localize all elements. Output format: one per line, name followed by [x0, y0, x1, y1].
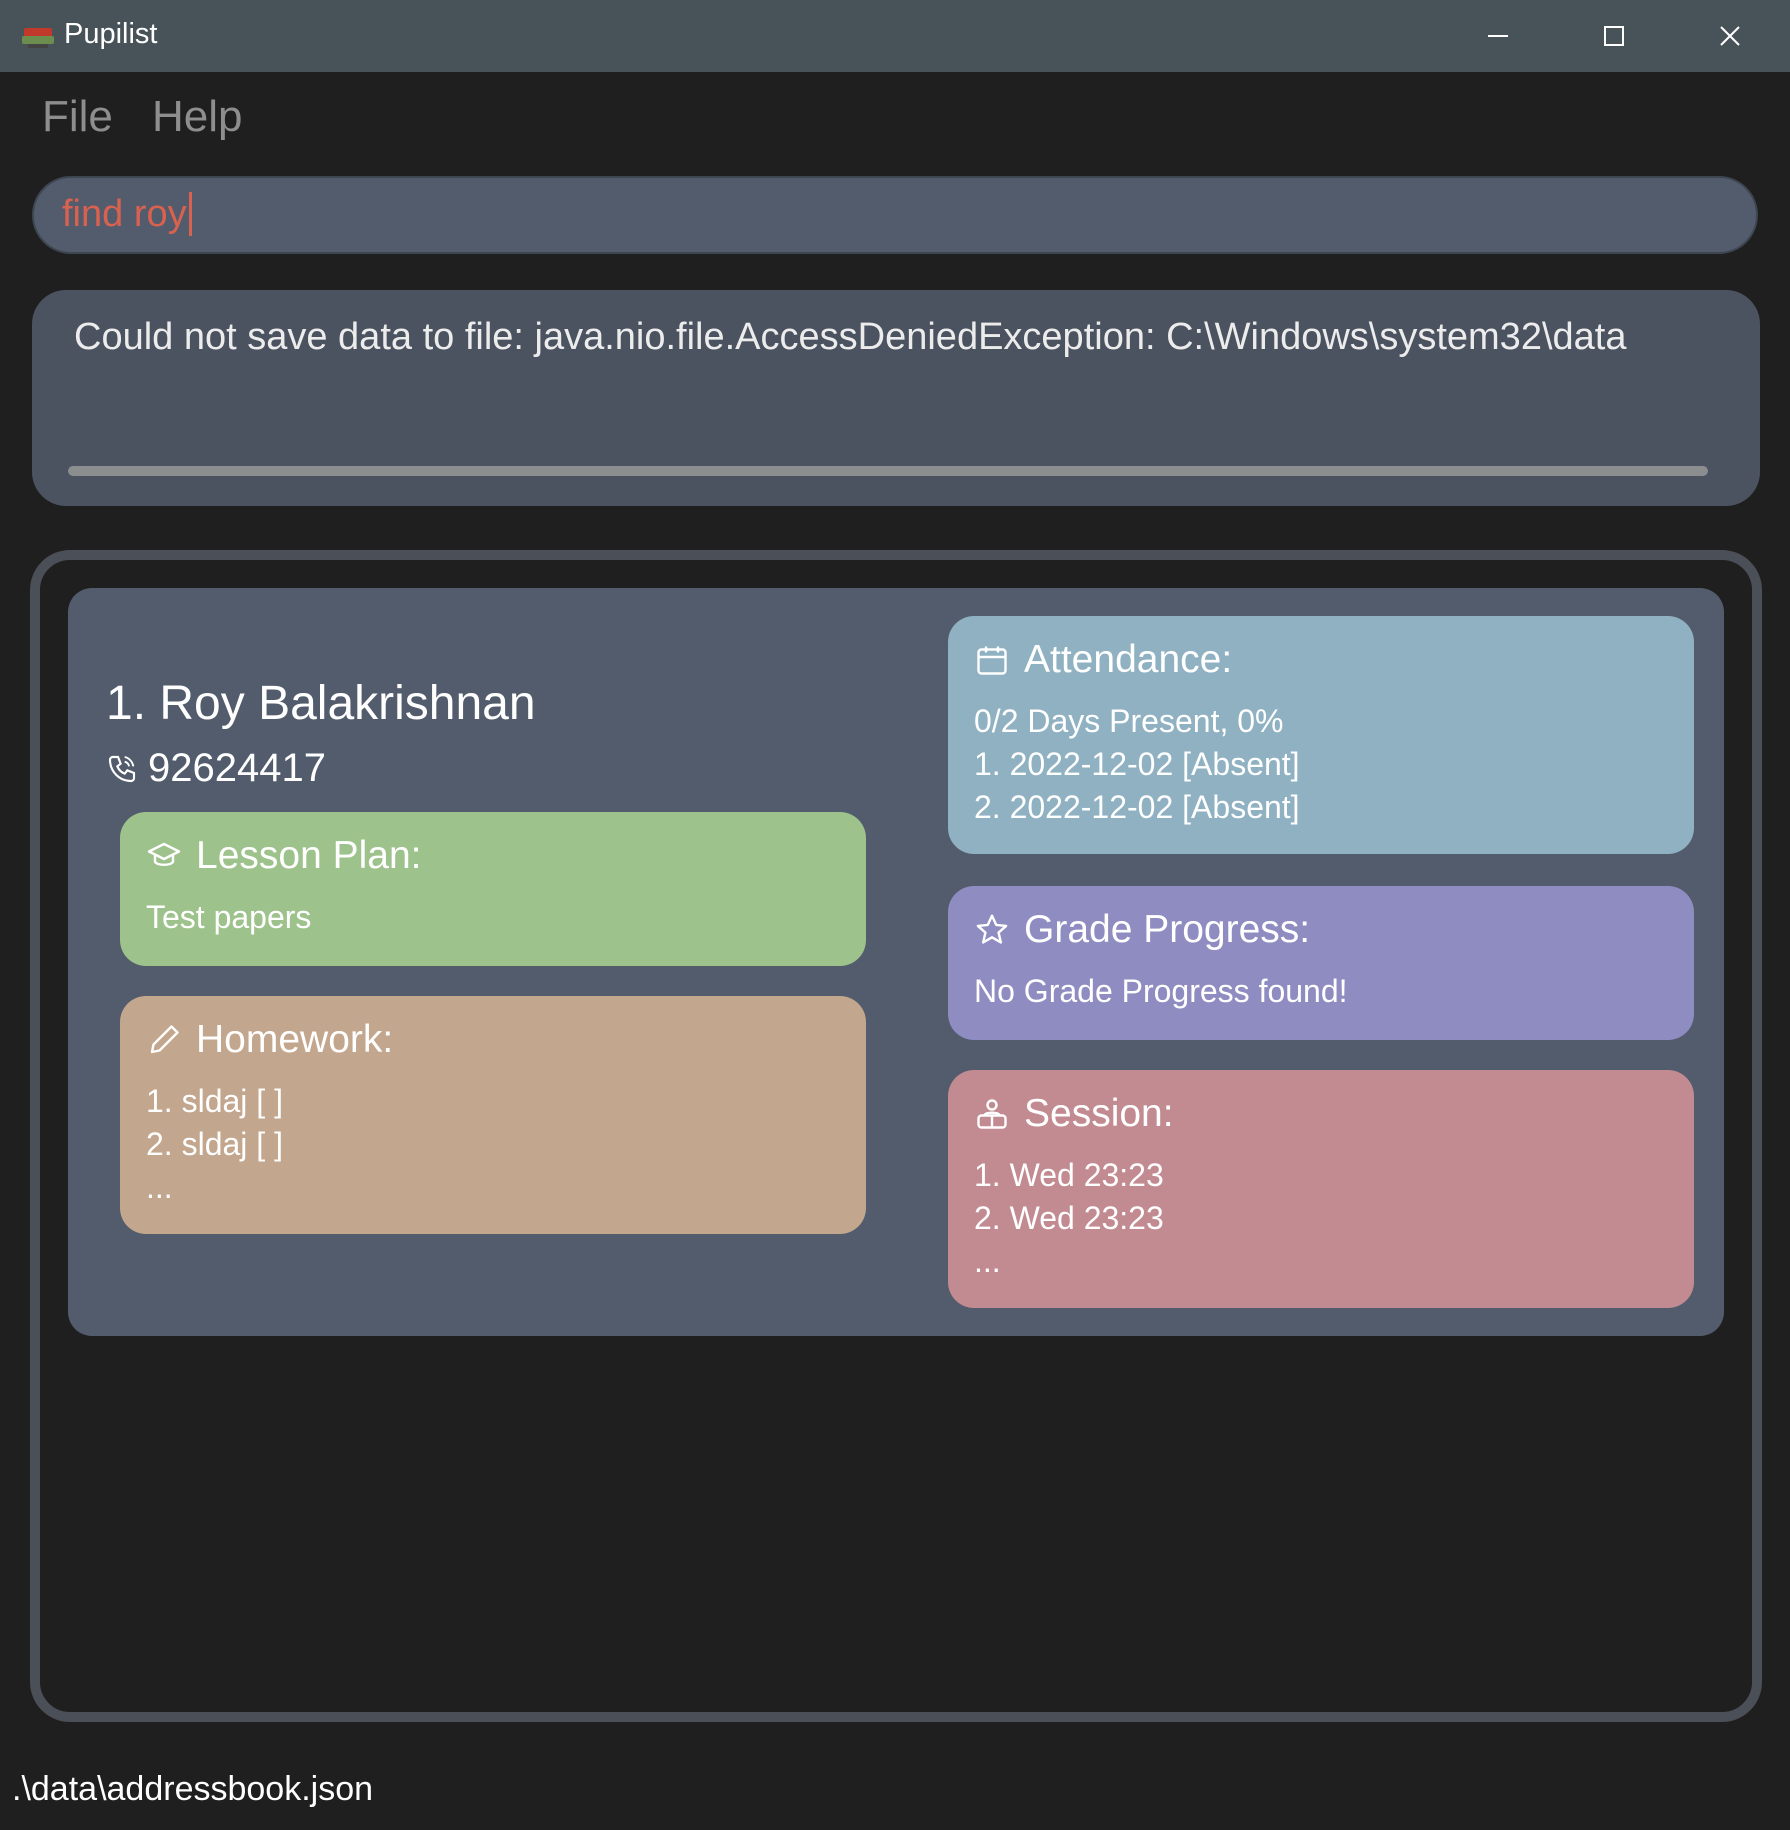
window-title: Pupilist — [64, 18, 158, 50]
homework-title-row: Homework: — [146, 1018, 393, 1062]
homework-line: ... — [146, 1169, 173, 1205]
grade-progress-line: No Grade Progress found! — [974, 973, 1348, 1009]
session-title: Session: — [1024, 1092, 1174, 1135]
lesson-plan-line: Test papers — [146, 899, 312, 935]
grade-progress-title: Grade Progress: — [1024, 908, 1311, 951]
calendar-icon — [977, 646, 1007, 675]
person-name: 1. Roy Balakrishnan — [106, 677, 536, 730]
attendance-line: 1. 2022-12-02 [Absent] — [974, 746, 1300, 782]
person-card[interactable]: 1. Roy Balakrishnan 92624417 Lesson Plan… — [68, 588, 1724, 1336]
session-card: Session: 1. Wed 23:23 2. Wed 23:23 ... — [948, 1070, 1694, 1308]
attendance-title-row: Attendance: — [974, 638, 1232, 682]
menu-file[interactable]: File — [42, 92, 113, 142]
result-display: Could not save data to file: java.nio.fi… — [32, 290, 1760, 506]
lesson-plan-lines: Test papers — [146, 896, 311, 939]
person-phone-row: 92624417 — [106, 746, 326, 791]
minimize-icon — [1488, 35, 1508, 37]
close-icon — [1720, 26, 1740, 46]
menu-bar: File Help — [0, 72, 1790, 162]
lesson-plan-title: Lesson Plan: — [196, 834, 422, 877]
app-logo-icon — [20, 22, 56, 50]
star-icon — [976, 914, 1008, 944]
graduation-cap-icon — [147, 842, 181, 867]
status-bar-path: .\data\addressbook.json — [12, 1770, 374, 1808]
maximize-icon — [1604, 26, 1624, 46]
session-line: 1. Wed 23:23 — [974, 1157, 1164, 1193]
homework-title: Homework: — [196, 1018, 394, 1061]
attendance-lines: 0/2 Days Present, 0% 1. 2022-12-02 [Abse… — [974, 700, 1300, 829]
attendance-summary: 0/2 Days Present, 0% — [974, 703, 1284, 739]
grade-progress-title-row: Grade Progress: — [974, 908, 1310, 952]
maximize-button[interactable] — [1556, 0, 1672, 72]
result-message: Could not save data to file: java.nio.fi… — [74, 316, 1627, 358]
homework-line: 1. sldaj [ ] — [146, 1083, 283, 1119]
horizontal-scrollbar[interactable] — [68, 466, 1708, 476]
homework-lines: 1. sldaj [ ] 2. sldaj [ ] ... — [146, 1080, 283, 1209]
pencil-icon — [150, 1025, 179, 1054]
person-at-desk-icon — [977, 1099, 1007, 1129]
grade-progress-lines: No Grade Progress found! — [974, 970, 1348, 1013]
session-title-row: Session: — [974, 1092, 1174, 1136]
phone-icon — [108, 755, 136, 782]
session-line: 2. Wed 23:23 — [974, 1200, 1164, 1236]
attendance-line: 2. 2022-12-02 [Absent] — [974, 789, 1300, 825]
person-phone: 92624417 — [148, 746, 326, 790]
attendance-card: Attendance: 0/2 Days Present, 0% 1. 2022… — [948, 616, 1694, 854]
command-input-text: find roy — [62, 192, 192, 236]
menu-help[interactable]: Help — [152, 92, 243, 142]
minimize-button[interactable] — [1440, 0, 1556, 72]
command-input[interactable]: find roy — [32, 176, 1758, 254]
homework-card: Homework: 1. sldaj [ ] 2. sldaj [ ] ... — [120, 996, 866, 1234]
homework-line: 2. sldaj [ ] — [146, 1126, 283, 1162]
title-bar: Pupilist — [0, 0, 1790, 72]
session-lines: 1. Wed 23:23 2. Wed 23:23 ... — [974, 1154, 1164, 1283]
attendance-title: Attendance: — [1024, 638, 1233, 681]
lesson-plan-title-row: Lesson Plan: — [146, 834, 422, 878]
grade-progress-card: Grade Progress: No Grade Progress found! — [948, 886, 1694, 1040]
session-line: ... — [974, 1243, 1001, 1279]
close-button[interactable] — [1672, 0, 1788, 72]
lesson-plan-card: Lesson Plan: Test papers — [120, 812, 866, 966]
